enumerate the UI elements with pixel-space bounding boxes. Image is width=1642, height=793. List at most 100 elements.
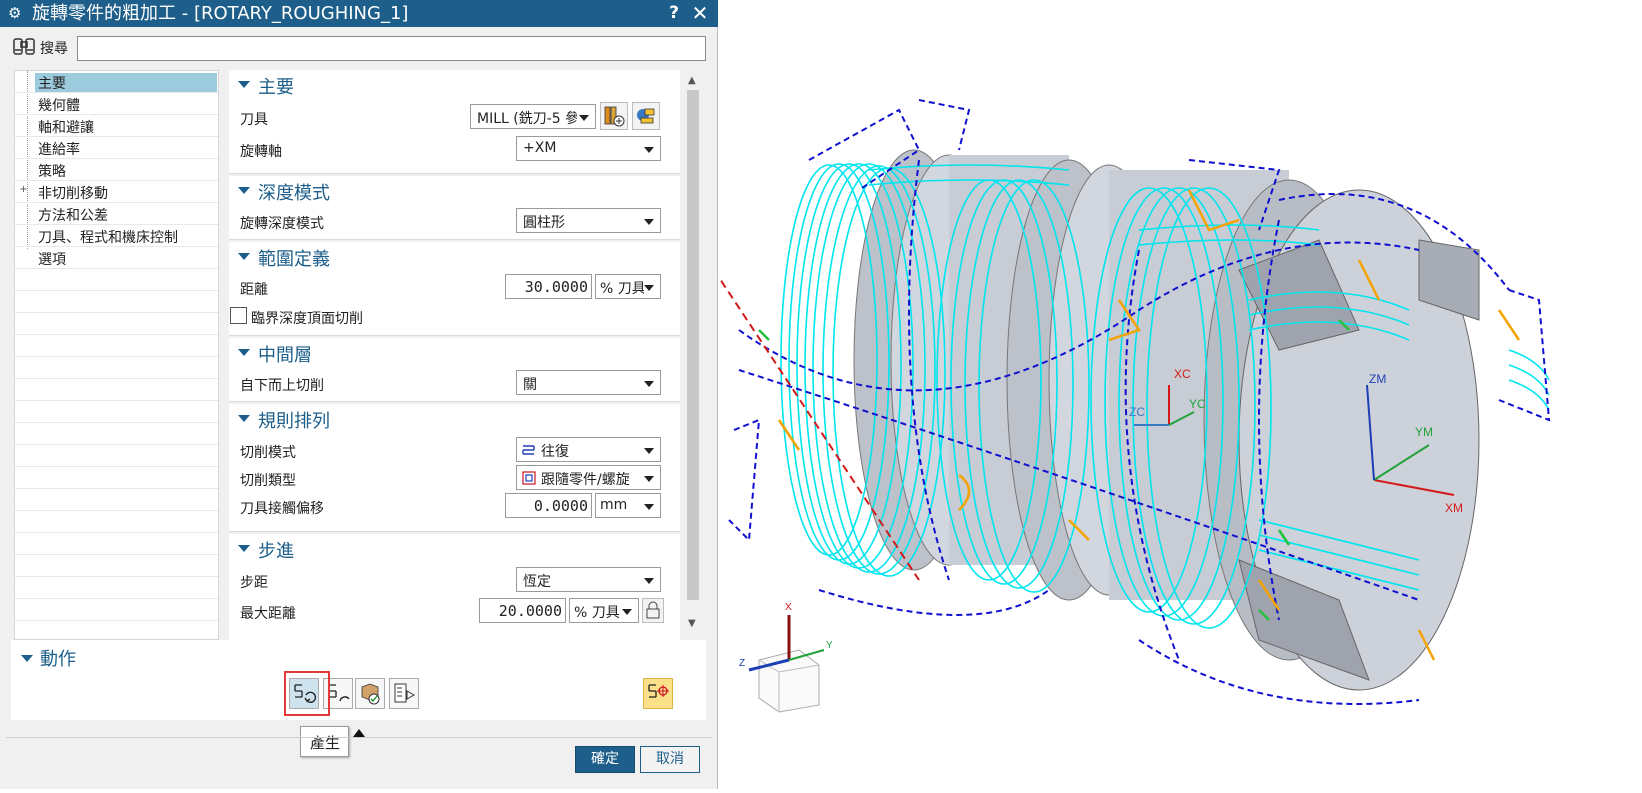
- scroll-up-icon[interactable]: ▲: [688, 75, 696, 86]
- section-header[interactable]: 範圍定義: [229, 242, 680, 272]
- max-distance-input[interactable]: 20.0000: [479, 598, 566, 623]
- scroll-down-icon[interactable]: ▼: [688, 618, 696, 629]
- collapse-arrow-icon[interactable]: [238, 545, 250, 552]
- collapse-arrow-icon[interactable]: [238, 415, 250, 422]
- bottom-up-row: 自下而上切削 關: [229, 370, 680, 398]
- help-button[interactable]: ?: [666, 3, 682, 23]
- tool-dropdown[interactable]: MILL (銑刀-5 參: [470, 104, 596, 129]
- xm-label: XM: [1445, 501, 1463, 515]
- close-button[interactable]: ✕: [690, 1, 710, 25]
- view-y-label: Y: [826, 640, 833, 651]
- list-button[interactable]: [389, 678, 419, 709]
- view-cube[interactable]: X Y Z: [739, 602, 833, 713]
- nav-empty-row: [15, 533, 218, 555]
- search-row: 搜尋: [0, 27, 718, 67]
- nav-item-label: 幾何體: [38, 98, 80, 114]
- nav-empty-row: [15, 489, 218, 511]
- section-header[interactable]: 中間層: [229, 338, 680, 368]
- collapse-arrow-icon[interactable]: [238, 253, 250, 260]
- yc-label: YC: [1189, 397, 1206, 411]
- tool-contact-offset-input[interactable]: 0.0000: [505, 493, 592, 518]
- cut-type-dropdown[interactable]: 跟隨零件/螺旋: [516, 465, 661, 490]
- expand-icon[interactable]: +: [19, 185, 28, 195]
- section-pattern: 規則排列 切削模式 往復 切削類型 跟隨零件/螺旋 刀具接觸偏移 0.0000 …: [229, 404, 680, 532]
- depth-mode-dropdown[interactable]: 圓柱形: [516, 208, 661, 233]
- nav-item-options[interactable]: 選項: [15, 247, 218, 269]
- new-tool-button[interactable]: [600, 102, 628, 130]
- step-dropdown[interactable]: 恆定: [516, 567, 661, 592]
- graphics-viewport[interactable]: XC YC ZC XM YM ZM X Y Z: [713, 0, 1642, 789]
- nav-item-method-tolerance[interactable]: 方法和公差: [15, 203, 218, 225]
- nav-item-geometry[interactable]: 幾何體: [15, 93, 218, 115]
- section-title: 範圍定義: [258, 249, 330, 270]
- gear-icon[interactable]: ⚙: [8, 5, 24, 21]
- max-distance-unit: % 刀具: [574, 605, 620, 621]
- ym-label: YM: [1415, 425, 1433, 439]
- nav-empty-row: [15, 467, 218, 489]
- properties-panel: 主要 刀具 MILL (銑刀-5 參 旋轉軸 +XM 深度模式 旋轉深度模式 圓…: [229, 70, 680, 640]
- cut-mode-dropdown[interactable]: 往復: [516, 437, 661, 462]
- nav-item-feeds[interactable]: 進給率: [15, 137, 218, 159]
- section-header[interactable]: 主要: [229, 70, 680, 100]
- scroll-thumb[interactable]: [687, 90, 699, 600]
- lock-button[interactable]: [642, 598, 664, 623]
- section-title: 步進: [258, 541, 294, 562]
- chevron-down-icon: [644, 448, 654, 454]
- section-header[interactable]: 步進: [229, 534, 680, 564]
- properties-scrollbar[interactable]: ▲ ▼: [684, 70, 702, 640]
- nav-item-axis-avoidance[interactable]: 軸和避讓: [15, 115, 218, 137]
- critical-depth-checkbox[interactable]: [230, 307, 247, 324]
- collapse-arrow-icon[interactable]: [238, 349, 250, 356]
- ok-button[interactable]: 確定: [575, 746, 635, 773]
- nav-empty-row: [15, 555, 218, 577]
- nav-empty-row: [15, 269, 218, 291]
- step-value: 恆定: [523, 574, 551, 590]
- max-distance-unit-dropdown[interactable]: % 刀具: [569, 598, 639, 623]
- nav-item-strategy[interactable]: 策略: [15, 159, 218, 181]
- chevron-down-icon: [622, 609, 632, 615]
- section-header[interactable]: 深度模式: [229, 176, 680, 206]
- cut-mode-label: 切削模式: [240, 445, 296, 461]
- nav-item-non-cutting-moves[interactable]: + 非切削移動: [15, 181, 218, 203]
- search-input[interactable]: [77, 36, 706, 61]
- model-view[interactable]: XC YC ZC XM YM ZM X Y Z: [713, 0, 1642, 789]
- bottom-up-label: 自下而上切削: [240, 378, 324, 394]
- tool-value: MILL (銑刀-5 參: [477, 111, 577, 127]
- section-title: 深度模式: [258, 183, 330, 204]
- edit-tool-button[interactable]: [632, 102, 660, 130]
- nav-empty-row: [15, 291, 218, 313]
- toolpath-display-button[interactable]: [643, 678, 673, 709]
- tool-contact-offset-value: 0.0000: [533, 497, 588, 515]
- distance-unit: % 刀具: [600, 281, 644, 297]
- operation-dialog: ⚙ 旋轉零件的粗加工 - [ROTARY_ROUGHING_1] ? ✕ 搜尋 …: [0, 0, 718, 789]
- tool-contact-offset-label: 刀具接觸偏移: [240, 501, 324, 517]
- chevron-down-icon: [644, 219, 654, 225]
- verify-button[interactable]: [355, 678, 385, 709]
- nav-item-label: 刀具、程式和機床控制: [38, 230, 178, 246]
- section-stepover: 步進 步距 恆定 最大距離 20.0000 % 刀具: [229, 534, 680, 640]
- binoculars-icon: [12, 36, 38, 58]
- axis-row: 旋轉軸 +XM: [229, 136, 680, 164]
- cut-type-row: 切削類型 跟隨零件/螺旋: [229, 465, 680, 493]
- distance-input[interactable]: 30.0000: [505, 274, 592, 299]
- section-range: 範圍定義 距離 30.0000 % 刀具 臨界深度頂面切削: [229, 242, 680, 336]
- nav-empty-row: [15, 599, 218, 621]
- view-x-label: X: [785, 602, 792, 613]
- offset-unit-dropdown[interactable]: mm: [595, 493, 661, 518]
- distance-unit-dropdown[interactable]: % 刀具: [595, 274, 661, 299]
- axis-dropdown[interactable]: +XM: [516, 136, 661, 161]
- collapse-arrow-icon[interactable]: [238, 187, 250, 194]
- nav-item-label: 軸和避讓: [38, 120, 94, 136]
- distance-value: 30.0000: [524, 278, 588, 296]
- chevron-down-icon: [644, 381, 654, 387]
- nav-item-main[interactable]: 主要: [15, 71, 218, 93]
- nav-item-tool-program-control[interactable]: 刀具、程式和機床控制: [15, 225, 218, 247]
- section-title: 主要: [258, 77, 294, 98]
- chevron-down-icon: [644, 476, 654, 482]
- cancel-button[interactable]: 取消: [640, 746, 700, 773]
- collapse-arrow-icon[interactable]: [238, 81, 250, 88]
- section-header[interactable]: 規則排列: [229, 404, 680, 434]
- bottom-up-dropdown[interactable]: 關: [516, 370, 661, 395]
- collapse-arrow-icon[interactable]: [21, 655, 33, 662]
- chevron-down-icon: [644, 147, 654, 153]
